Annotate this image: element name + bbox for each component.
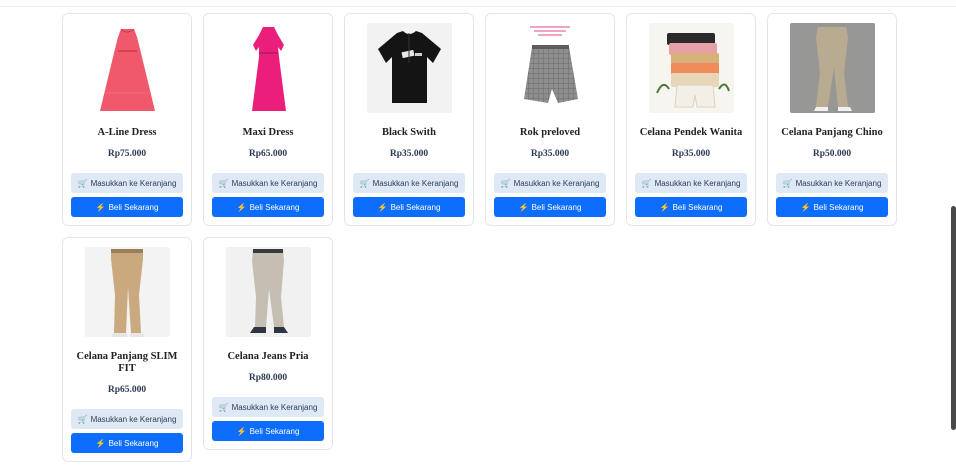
- buy-now-label: Beli Sekarang: [249, 202, 300, 212]
- scrollbar[interactable]: [951, 206, 956, 430]
- product-card[interactable]: Rok preloved Rp35.000 🛒 Masukkan ke Kera…: [485, 13, 615, 226]
- product-image-rok-preloved[interactable]: [507, 23, 593, 113]
- buy-now-button[interactable]: ⚡ Beli Sekarang: [494, 197, 606, 217]
- product-card[interactable]: Celana Panjang Chino Rp50.000 🛒 Masukkan…: [767, 13, 897, 226]
- product-price: Rp65.000: [248, 149, 288, 159]
- add-to-cart-label: Masukkan ke Keranjang: [231, 402, 318, 412]
- cart-icon: 🛒: [359, 178, 370, 188]
- cart-icon: 🛒: [782, 178, 793, 188]
- bolt-icon: ⚡: [518, 202, 529, 212]
- bolt-icon: ⚡: [236, 202, 247, 212]
- product-name: Black Swith: [382, 127, 436, 138]
- bolt-icon: ⚡: [236, 426, 247, 436]
- cart-icon: 🛒: [218, 402, 229, 412]
- bolt-icon: ⚡: [95, 202, 106, 212]
- buy-now-label: Beli Sekarang: [672, 202, 723, 212]
- add-to-cart-label: Masukkan ke Keranjang: [90, 178, 177, 188]
- product-price: Rp35.000: [389, 149, 429, 159]
- product-name: Celana Pendek Wanita: [639, 127, 743, 138]
- product-image-celana-jeans-pria[interactable]: [225, 247, 311, 337]
- bolt-icon: ⚡: [377, 202, 388, 212]
- product-name: A-Line Dress: [97, 127, 157, 138]
- product-name: Rok preloved: [519, 127, 581, 138]
- add-to-cart-button[interactable]: 🛒 Masukkan ke Keranjang: [776, 173, 888, 193]
- add-to-cart-label: Masukkan ke Keranjang: [90, 414, 177, 424]
- add-to-cart-label: Masukkan ke Keranjang: [654, 178, 741, 188]
- product-image-maxi-dress[interactable]: [225, 23, 311, 113]
- buy-now-label: Beli Sekarang: [813, 202, 864, 212]
- product-image-black-swith[interactable]: [366, 23, 452, 113]
- add-to-cart-button[interactable]: 🛒 Masukkan ke Keranjang: [353, 173, 465, 193]
- bolt-icon: ⚡: [95, 438, 106, 448]
- buy-now-label: Beli Sekarang: [108, 438, 159, 448]
- product-name: Celana Jeans Pria: [227, 351, 309, 362]
- add-to-cart-button[interactable]: 🛒 Masukkan ke Keranjang: [494, 173, 606, 193]
- product-card[interactable]: Maxi Dress Rp65.000 🛒 Masukkan ke Keranj…: [203, 13, 333, 226]
- cart-icon: 🛒: [77, 178, 88, 188]
- add-to-cart-label: Masukkan ke Keranjang: [231, 178, 318, 188]
- add-to-cart-button[interactable]: 🛒 Masukkan ke Keranjang: [635, 173, 747, 193]
- product-price: Rp65.000: [107, 385, 147, 395]
- product-card[interactable]: Celana Panjang SLIM FIT Rp65.000 🛒 Masuk…: [62, 237, 192, 462]
- product-image-celana-pendek-wanita[interactable]: [648, 23, 734, 113]
- product-card[interactable]: A-Line Dress Rp75.000 🛒 Masukkan ke Kera…: [62, 13, 192, 226]
- product-name: Celana Panjang Chino: [781, 127, 883, 138]
- cart-icon: 🛒: [641, 178, 652, 188]
- buy-now-button[interactable]: ⚡ Beli Sekarang: [212, 197, 324, 217]
- buy-now-button[interactable]: ⚡ Beli Sekarang: [353, 197, 465, 217]
- product-card[interactable]: Celana Jeans Pria Rp80.000 🛒 Masukkan ke…: [203, 237, 333, 450]
- buy-now-button[interactable]: ⚡ Beli Sekarang: [212, 421, 324, 441]
- buy-now-label: Beli Sekarang: [249, 426, 300, 436]
- bolt-icon: ⚡: [659, 202, 670, 212]
- add-to-cart-button[interactable]: 🛒 Masukkan ke Keranjang: [212, 173, 324, 193]
- add-to-cart-label: Masukkan ke Keranjang: [513, 178, 600, 188]
- cart-icon: 🛒: [500, 178, 511, 188]
- top-divider: [0, 6, 956, 7]
- buy-now-button[interactable]: ⚡ Beli Sekarang: [71, 197, 183, 217]
- add-to-cart-button[interactable]: 🛒 Masukkan ke Keranjang: [71, 173, 183, 193]
- add-to-cart-label: Masukkan ke Keranjang: [372, 178, 459, 188]
- buy-now-label: Beli Sekarang: [531, 202, 582, 212]
- cart-icon: 🛒: [77, 414, 88, 424]
- product-price: Rp35.000: [530, 149, 570, 159]
- product-image-a-line-dress[interactable]: [84, 23, 170, 113]
- product-price: Rp75.000: [107, 149, 147, 159]
- product-card[interactable]: Celana Pendek Wanita Rp35.000 🛒 Masukkan…: [626, 13, 756, 226]
- add-to-cart-label: Masukkan ke Keranjang: [795, 178, 882, 188]
- cart-icon: 🛒: [218, 178, 229, 188]
- product-price: Rp80.000: [248, 373, 288, 383]
- product-name: Maxi Dress: [242, 127, 294, 138]
- buy-now-label: Beli Sekarang: [390, 202, 441, 212]
- product-price: Rp35.000: [671, 149, 711, 159]
- buy-now-button[interactable]: ⚡ Beli Sekarang: [635, 197, 747, 217]
- add-to-cart-button[interactable]: 🛒 Masukkan ke Keranjang: [212, 397, 324, 417]
- buy-now-button[interactable]: ⚡ Beli Sekarang: [71, 433, 183, 453]
- buy-now-label: Beli Sekarang: [108, 202, 159, 212]
- product-price: Rp50.000: [812, 149, 852, 159]
- product-grid: A-Line Dress Rp75.000 🛒 Masukkan ke Kera…: [62, 13, 902, 462]
- add-to-cart-button[interactable]: 🛒 Masukkan ke Keranjang: [71, 409, 183, 429]
- bolt-icon: ⚡: [800, 202, 811, 212]
- buy-now-button[interactable]: ⚡ Beli Sekarang: [776, 197, 888, 217]
- product-name: Celana Panjang SLIM FIT: [76, 351, 178, 374]
- product-image-celana-panjang-slim-fit[interactable]: [84, 247, 170, 337]
- product-image-celana-panjang-chino[interactable]: [789, 23, 875, 113]
- product-card[interactable]: Black Swith Rp35.000 🛒 Masukkan ke Keran…: [344, 13, 474, 226]
